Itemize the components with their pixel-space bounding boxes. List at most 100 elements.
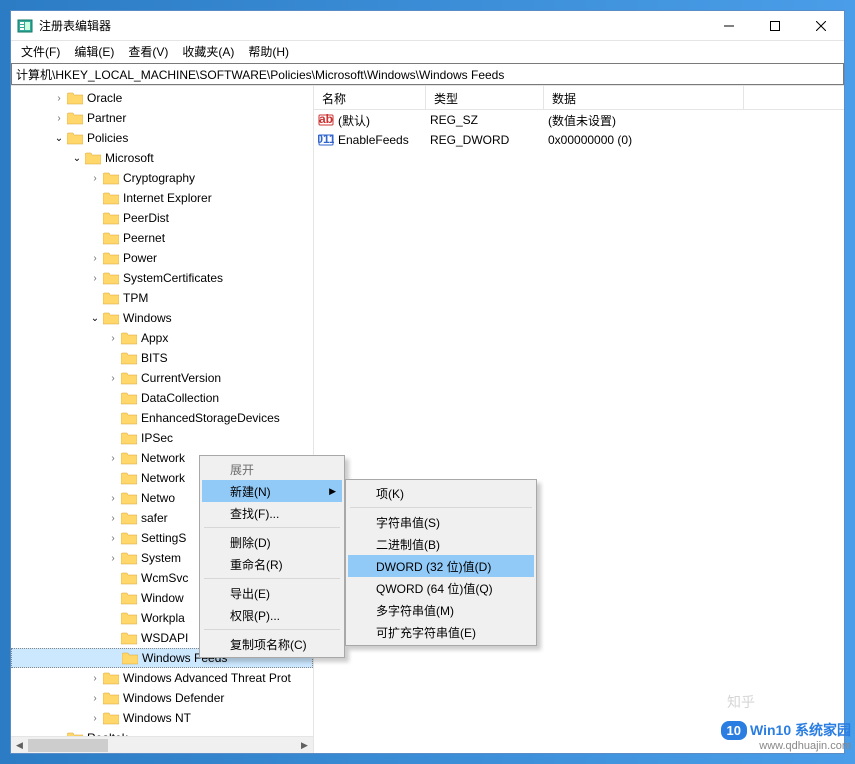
content-area: › Oracle ›Partner⌄Policies⌄Microsoft›Crypt… (11, 85, 844, 753)
menu-item[interactable]: 文件(F) (15, 41, 66, 62)
tree-node[interactable]: › Windows Defender (11, 688, 313, 708)
context-menu[interactable]: 展开新建(N)▶查找(F)...删除(D)重命名(R)导出(E)权限(P)...… (199, 455, 345, 658)
minimize-button[interactable] (706, 11, 752, 41)
expand-toggle[interactable]: › (87, 713, 103, 724)
address-bar[interactable]: 计算机\HKEY_LOCAL_MACHINE\SOFTWARE\Policies… (11, 63, 844, 85)
menu-item[interactable]: 重命名(R) (202, 553, 342, 575)
expand-toggle[interactable]: › (87, 273, 103, 284)
value-row[interactable]: ab(默认)REG_SZ(数值未设置) (314, 110, 844, 130)
value-row[interactable]: 011EnableFeedsREG_DWORD0x00000000 (0) (314, 130, 844, 150)
tree-node[interactable]: ›CurrentVersion (11, 368, 313, 388)
expand-toggle[interactable]: › (105, 373, 121, 384)
tree-node[interactable]: ›Windows NT (11, 708, 313, 728)
value-name: (默认) (338, 112, 370, 129)
menu-item[interactable]: 项(K) (348, 482, 534, 504)
menu-item[interactable]: 编辑(E) (68, 41, 120, 62)
tree-node[interactable]: IPSec (11, 428, 313, 448)
values-header[interactable]: 名称类型数据 (314, 86, 844, 110)
column-header[interactable]: 类型 (426, 86, 544, 109)
tree-label: DataCollection (141, 391, 219, 405)
tree-label: SettingS (141, 531, 186, 545)
expand-toggle[interactable]: › (87, 173, 103, 184)
tree-node[interactable]: BITS (11, 348, 313, 368)
tree-node[interactable]: ⌄ Windows (11, 308, 313, 328)
expand-toggle[interactable]: › (105, 493, 121, 504)
close-icon (816, 21, 826, 31)
menu-item[interactable]: 复制项名称(C) (202, 633, 342, 655)
folder-icon (103, 212, 119, 225)
tree-node[interactable]: DataCollection (11, 388, 313, 408)
menu-item[interactable]: DWORD (32 位)值(D) (348, 555, 534, 577)
tree-node[interactable]: ›Cryptography (11, 168, 313, 188)
expand-toggle[interactable]: › (105, 453, 121, 464)
tree-label: WcmSvc (141, 571, 188, 585)
tree-label: Oracle (87, 91, 122, 105)
tree-label: Windows (123, 311, 172, 325)
tree-node[interactable]: Peernet (11, 228, 313, 248)
tree-node[interactable]: TPM (11, 288, 313, 308)
tree-node[interactable]: EnhancedStorageDevices (11, 408, 313, 428)
folder-icon (121, 572, 137, 585)
titlebar[interactable]: 注册表编辑器 (11, 11, 844, 41)
expand-toggle[interactable]: ⌄ (69, 153, 85, 164)
menu-item[interactable]: QWORD (64 位)值(Q) (348, 577, 534, 599)
expand-toggle[interactable]: › (105, 553, 121, 564)
expand-toggle[interactable]: › (105, 513, 121, 524)
tree-node[interactable]: ⌄Policies (11, 128, 313, 148)
dword-value-icon: 011 (318, 132, 334, 148)
expand-toggle[interactable]: › (105, 533, 121, 544)
menu-item[interactable]: 帮助(H) (242, 41, 295, 62)
submenu-arrow-icon: ▶ (329, 486, 336, 497)
maximize-button[interactable] (752, 11, 798, 41)
menu-item[interactable]: 多字符串值(M) (348, 599, 534, 621)
folder-icon (121, 532, 137, 545)
new-submenu[interactable]: 项(K) 字符串值(S)二进制值(B)DWORD (32 位)值(D)QWORD … (345, 479, 537, 646)
tree-label: System (141, 551, 181, 565)
expand-toggle[interactable]: › (87, 693, 103, 704)
scroll-right-button[interactable]: ▶ (296, 737, 313, 753)
expand-toggle[interactable]: › (105, 333, 121, 344)
expand-toggle[interactable]: › (87, 253, 103, 264)
menu-item[interactable]: 查看(V) (122, 41, 174, 62)
expand-toggle[interactable]: › (51, 93, 67, 104)
close-button[interactable] (798, 11, 844, 41)
menu-item[interactable]: 可扩充字符串值(E) (348, 621, 534, 643)
tree-node[interactable]: › Power (11, 248, 313, 268)
column-header[interactable]: 数据 (544, 86, 744, 109)
menu-item[interactable]: 删除(D) (202, 531, 342, 553)
menu-item[interactable]: 新建(N)▶ (202, 480, 342, 502)
tree-node[interactable]: › Windows Advanced Threat Prot (11, 668, 313, 688)
folder-icon (122, 652, 138, 665)
tree-node[interactable]: ›Partner (11, 108, 313, 128)
scroll-left-button[interactable]: ◀ (11, 737, 28, 753)
menu-item[interactable]: 二进制值(B) (348, 533, 534, 555)
folder-icon (103, 312, 119, 325)
scroll-thumb[interactable] (28, 739, 108, 752)
menu-item[interactable]: 权限(P)... (202, 604, 342, 626)
menu-item[interactable]: 导出(E) (202, 582, 342, 604)
tree-node[interactable]: PeerDist (11, 208, 313, 228)
expand-toggle[interactable]: › (51, 113, 67, 124)
tree-node[interactable]: ›Appx (11, 328, 313, 348)
tree-node[interactable]: ›SystemCertificates (11, 268, 313, 288)
folder-icon (121, 612, 137, 625)
tree-label: Windows Defender (123, 691, 224, 705)
tree-label: Power (123, 251, 157, 265)
folder-icon (103, 712, 119, 725)
values-list[interactable]: ab(默认)REG_SZ(数值未设置)011EnableFeedsREG_DWO… (314, 110, 844, 150)
tree-node[interactable]: Internet Explorer (11, 188, 313, 208)
menu-item[interactable]: 字符串值(S) (348, 511, 534, 533)
window-controls (706, 11, 844, 41)
tree-label: Windows Advanced Threat Prot (123, 671, 291, 685)
expand-toggle[interactable]: ⌄ (87, 313, 103, 324)
horizontal-scrollbar[interactable]: ◀ ▶ (11, 736, 313, 753)
menu-item[interactable]: 查找(F)... (202, 502, 342, 524)
expand-toggle[interactable]: › (87, 673, 103, 684)
tree-node[interactable]: ⌄Microsoft (11, 148, 313, 168)
folder-icon (121, 472, 137, 485)
tree-label: Window (141, 591, 184, 605)
expand-toggle[interactable]: ⌄ (51, 133, 67, 144)
tree-node[interactable]: › Oracle (11, 88, 313, 108)
menu-item[interactable]: 收藏夹(A) (176, 41, 240, 62)
column-header[interactable]: 名称 (314, 86, 426, 109)
